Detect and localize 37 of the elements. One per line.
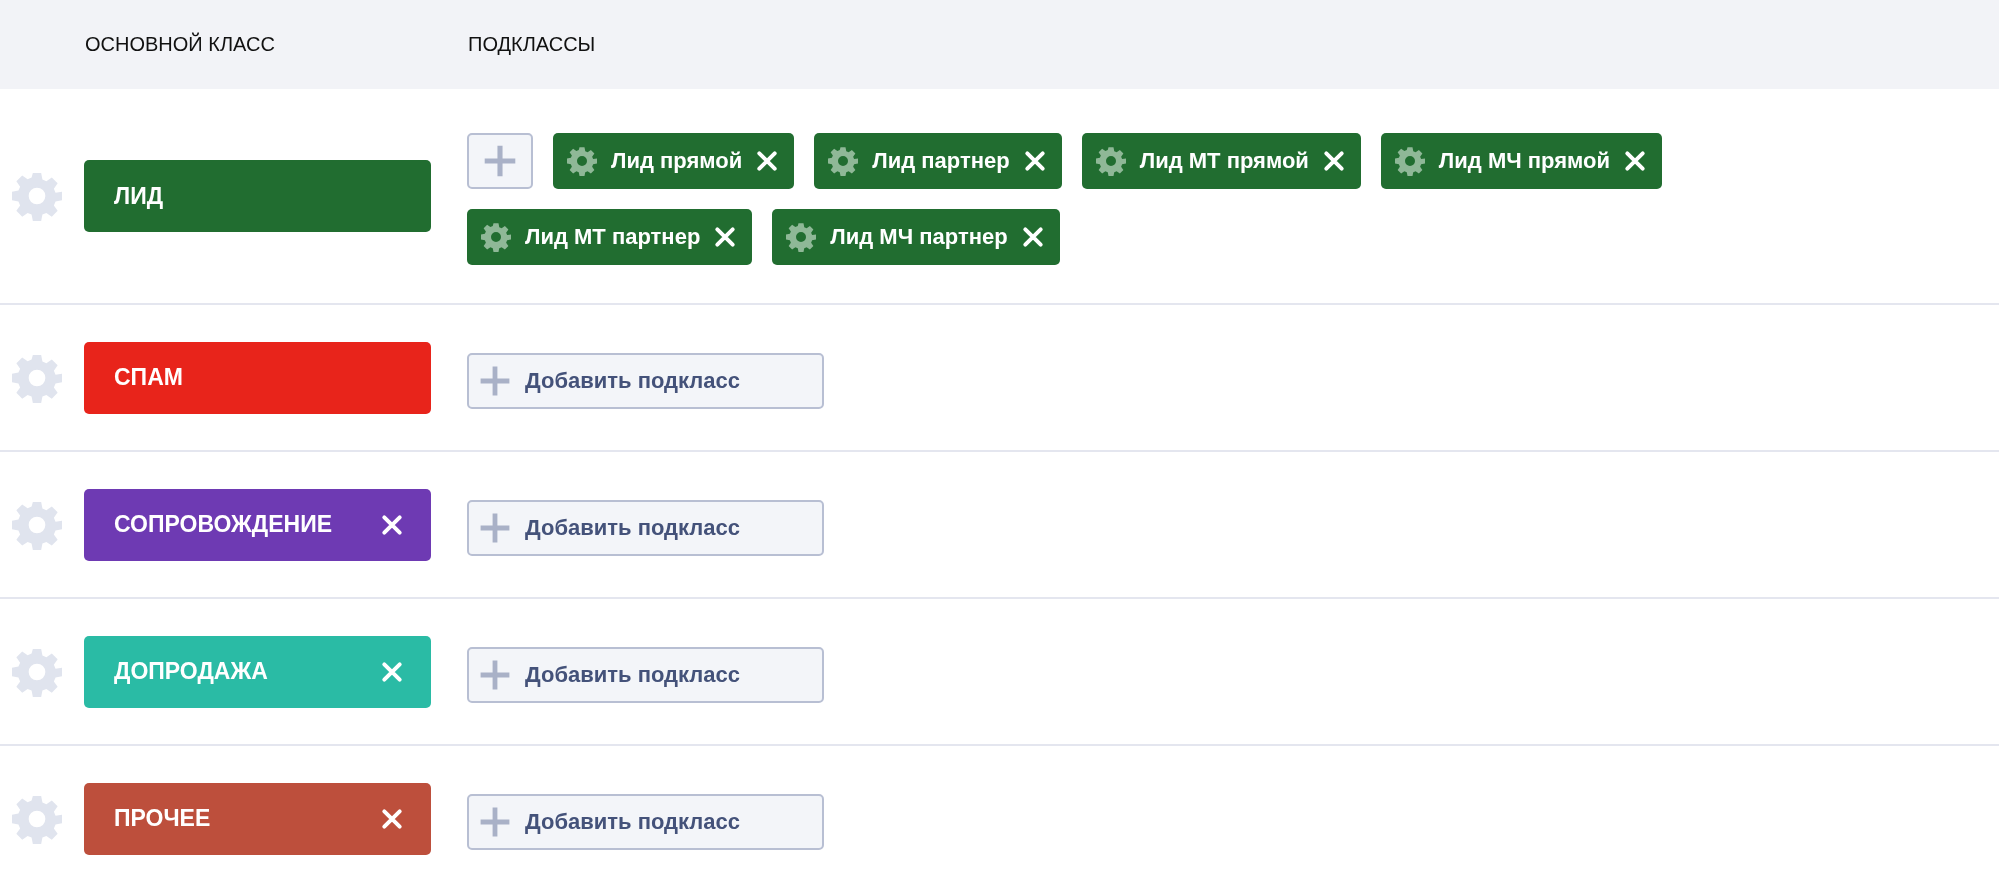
close-icon[interactable]	[381, 513, 403, 536]
settings-icon[interactable]	[567, 146, 597, 176]
close-icon[interactable]	[756, 150, 779, 172]
close-icon[interactable]	[714, 226, 737, 248]
column-header: ОСНОВНОЙ КЛАСС	[85, 33, 276, 56]
plus-icon	[479, 364, 511, 397]
plus-icon	[479, 805, 511, 838]
class-label: ПРОЧЕЕ	[114, 805, 211, 832]
close-icon[interactable]	[1322, 150, 1345, 172]
subclass-label: Лид прямой	[611, 148, 743, 174]
subclass-label: Лид МТ прямой	[1139, 148, 1309, 174]
subclass-label: Лид МТ партнер	[525, 224, 701, 250]
subclass-label: Лид партнер	[872, 148, 1010, 174]
close-icon[interactable]	[1023, 150, 1046, 172]
class-label: ДОПРОДАЖА	[114, 658, 268, 685]
subclass-label: Лид МЧ прямой	[1438, 148, 1610, 174]
close-icon[interactable]	[1624, 150, 1646, 172]
settings-icon[interactable]	[481, 222, 511, 252]
plus-icon	[479, 511, 511, 544]
settings-icon[interactable]	[786, 222, 817, 252]
close-icon[interactable]	[381, 807, 403, 830]
settings-icon[interactable]	[1095, 146, 1126, 176]
add-subclass-button[interactable]: Добавить подкласс	[467, 793, 824, 850]
column-header: ПОДКЛАССЫ	[468, 33, 596, 56]
subclass-label: Лид МЧ партнер	[830, 224, 1008, 250]
close-icon[interactable]	[1021, 226, 1044, 248]
class-label: СПАМ	[114, 364, 183, 391]
class-label: СОПРОВОЖДЕНИЕ	[114, 511, 332, 538]
add-subclass-button[interactable]: Добавить подкласс	[467, 646, 824, 703]
settings-icon[interactable]	[828, 146, 859, 176]
settings-icon[interactable]	[1394, 146, 1425, 176]
class-label: ЛИД	[114, 182, 164, 210]
add-subclass-button[interactable]: Добавить подкласс	[467, 499, 824, 556]
plus-icon	[479, 658, 511, 691]
plus-icon	[483, 144, 517, 178]
add-subclass-button[interactable]: Добавить подкласс	[467, 352, 824, 409]
add-subclass-button[interactable]	[467, 133, 533, 189]
